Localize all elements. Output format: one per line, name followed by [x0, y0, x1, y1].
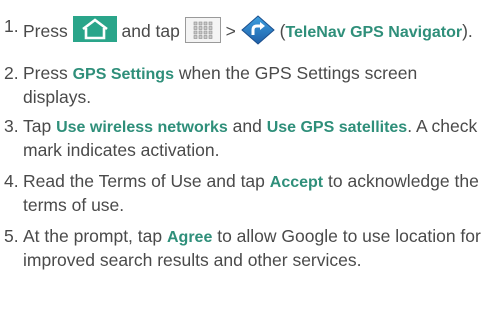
step-number: 4.	[4, 171, 19, 191]
step-text-part: Tap	[23, 116, 52, 136]
step-text: At the prompt, tap Agree to allow Google…	[23, 225, 485, 271]
highlight-term: GPS Settings	[72, 66, 174, 83]
step-text-part: At the prompt, tap	[23, 226, 163, 246]
step-text-part: Read the Terms of Use and tap	[23, 171, 265, 191]
step-text-part: >	[225, 21, 236, 41]
app-name: TeleNav GPS Navigator	[285, 24, 463, 41]
highlight-term: Agree	[166, 229, 213, 246]
step-text-part: and	[232, 116, 262, 136]
step-text-part: Press	[23, 63, 68, 83]
step-text-part: ).	[462, 21, 473, 41]
step-text: Press and tap > (TeleNav GPS Navigator).	[23, 15, 485, 45]
step-number: 5.	[4, 226, 19, 246]
highlight-term: Accept	[269, 174, 324, 191]
step-text: Tap Use wireless networks and Use GPS sa…	[23, 115, 485, 161]
step-text-part: and tap	[121, 21, 180, 41]
highlight-term: Use GPS satellites	[266, 119, 408, 136]
step-number: 1.	[4, 16, 19, 36]
step-text-part: Press	[23, 21, 68, 41]
home-icon	[72, 16, 117, 42]
telenav-navigator-icon	[240, 15, 275, 45]
step-number: 3.	[4, 116, 19, 136]
apps-grid-icon	[184, 17, 221, 43]
step-text: Press GPS Settings when the GPS Settings…	[23, 62, 485, 108]
step-number: 2.	[4, 63, 19, 83]
step-text: Read the Terms of Use and tap Accept to …	[23, 170, 485, 216]
highlight-term: Use wireless networks	[56, 119, 228, 136]
